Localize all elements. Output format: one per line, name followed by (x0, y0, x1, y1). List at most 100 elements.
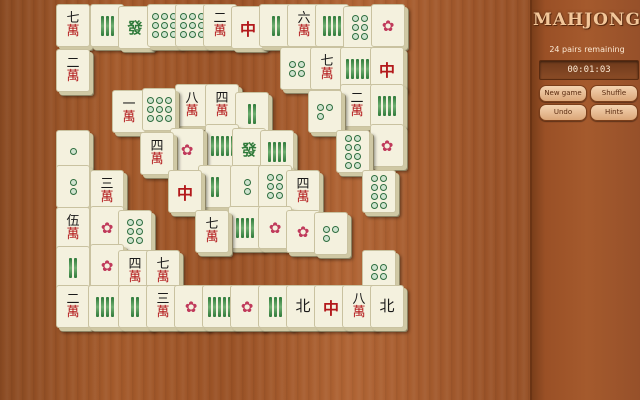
wan-character-icon: 萬 (66, 305, 80, 320)
wan-character-icon: 萬 (185, 104, 199, 119)
circle-suit-icon (243, 178, 251, 195)
circle-suit-icon (151, 13, 177, 38)
wan-character-icon: 萬 (156, 305, 170, 320)
mahjong-tile[interactable] (362, 170, 396, 213)
mahjong-tile[interactable]: 二萬 (56, 49, 90, 92)
mahjong-tile[interactable] (314, 212, 348, 255)
mahjong-tile[interactable] (56, 246, 90, 289)
bamboo-suit-icon (211, 176, 219, 197)
bamboo-suit-icon (268, 141, 286, 162)
wan-character-icon: 萬 (320, 67, 334, 82)
wan-character-icon: 萬 (122, 110, 136, 125)
bamboo-suit-icon (323, 15, 341, 36)
green-dragon-icon: 發 (127, 19, 143, 37)
wan-character-icon: 萬 (100, 190, 114, 205)
game-title: MAHJONG (533, 10, 640, 30)
circle-suit-icon (317, 103, 333, 120)
mahjong-tile[interactable] (280, 47, 314, 90)
wan-character-icon: 萬 (66, 24, 80, 39)
flower-icon: ✿ (184, 297, 198, 316)
flower-icon: ✿ (240, 297, 254, 316)
circle-suit-icon (371, 174, 387, 209)
bamboo-suit-icon (96, 296, 114, 317)
bamboo-suit-icon (248, 103, 256, 124)
mahjong-tile[interactable]: 北 (370, 285, 404, 328)
circle-suit-icon (289, 60, 305, 77)
circle-suit-icon (69, 148, 77, 155)
circle-suit-icon (345, 134, 361, 169)
wan-character-icon: 萬 (297, 24, 311, 39)
red-dragon-icon: 中 (239, 19, 256, 39)
flower-icon: ✿ (380, 136, 394, 155)
mahjong-tile[interactable]: 七萬 (310, 47, 344, 90)
bamboo-suit-icon (268, 296, 282, 317)
game-board: 七萬發二萬中六萬 ✿ 二萬七萬中一萬八萬四萬二萬四萬 ✿ 發 ✿ 三萬中四萬伍萬 ✿ 七萬 ✿ ✿ ✿… (0, 0, 530, 400)
bamboo-suit-icon (210, 135, 234, 156)
side-panel: MAHJONG 24 pairs remaining 00:01:03 New … (530, 0, 640, 400)
undo-button[interactable]: Undo (539, 104, 587, 121)
game-timer: 00:01:03 (539, 60, 639, 80)
north-wind-icon: 北 (295, 297, 311, 315)
wan-character-icon: 萬 (128, 270, 142, 285)
north-wind-icon: 北 (379, 297, 395, 315)
mahjong-tile[interactable] (336, 130, 370, 173)
mahjong-tile[interactable]: 七萬 (195, 210, 229, 253)
mahjong-tile[interactable]: ✿ (370, 124, 404, 167)
bamboo-suit-icon (100, 15, 114, 36)
wan-character-icon: 萬 (66, 227, 80, 242)
mahjong-tile[interactable]: 二萬 (340, 84, 374, 127)
new-game-button[interactable]: New game (539, 85, 587, 102)
wan-character-icon: 萬 (352, 305, 366, 320)
mahjong-tile[interactable] (198, 165, 232, 208)
bamboo-suit-icon (207, 296, 231, 317)
mahjong-tile[interactable]: 四萬 (205, 84, 239, 127)
mahjong-app: 七萬發二萬中六萬 ✿ 二萬七萬中一萬八萬四萬二萬四萬 ✿ 發 ✿ 三萬中四萬伍萬 ✿ 七萬 ✿ ✿ ✿… (0, 0, 640, 400)
wan-character-icon: 萬 (66, 69, 80, 84)
mahjong-tile[interactable] (228, 206, 262, 249)
bamboo-suit-icon (378, 95, 396, 116)
bamboo-suit-icon (272, 15, 280, 36)
wan-character-icon: 萬 (215, 104, 229, 119)
flower-icon: ✿ (100, 218, 114, 237)
wan-character-icon: 萬 (156, 270, 170, 285)
green-dragon-icon: 發 (241, 141, 257, 159)
wan-character-icon: 萬 (150, 152, 164, 167)
wan-character-icon: 萬 (205, 230, 219, 245)
pairs-remaining: 24 pairs remaining (549, 45, 625, 54)
flower-icon: ✿ (100, 256, 114, 275)
mahjong-tile[interactable] (308, 90, 342, 133)
red-dragon-icon: 中 (176, 183, 193, 203)
mahjong-tile[interactable]: 八萬 (175, 84, 209, 127)
mahjong-tile[interactable]: 伍萬 (56, 207, 90, 250)
mahjong-tile[interactable] (370, 84, 404, 127)
wan-character-icon: 萬 (296, 190, 310, 205)
wan-character-icon: 萬 (213, 24, 227, 39)
mahjong-tile[interactable] (56, 165, 90, 208)
bamboo-suit-icon (345, 58, 369, 79)
mahjong-tile[interactable]: 二萬 (56, 285, 90, 328)
mahjong-tile[interactable]: 一萬 (112, 90, 146, 133)
bamboo-suit-icon (69, 257, 77, 278)
mahjong-tile[interactable] (142, 88, 176, 131)
flower-icon: ✿ (296, 222, 310, 241)
circle-suit-icon (69, 178, 77, 195)
flower-icon: ✿ (381, 16, 395, 35)
circle-suit-icon (371, 263, 387, 280)
mahjong-tile[interactable]: ✿ (371, 4, 405, 47)
bamboo-suit-icon (131, 296, 139, 317)
circle-suit-icon (352, 15, 368, 40)
circle-suit-icon (146, 97, 172, 122)
shuffle-button[interactable]: Shuffle (590, 85, 638, 102)
bamboo-suit-icon (236, 217, 254, 238)
circle-suit-icon (323, 225, 339, 242)
flower-icon: ✿ (180, 140, 194, 159)
mahjong-tile[interactable]: 七萬 (56, 4, 90, 47)
circle-suit-icon (127, 219, 143, 244)
red-dragon-icon: 中 (322, 298, 339, 318)
mahjong-tile[interactable]: 中 (168, 170, 202, 213)
mahjong-tile[interactable] (88, 285, 122, 328)
red-dragon-icon: 中 (378, 60, 395, 80)
hints-button[interactable]: Hints (590, 104, 638, 121)
flower-icon: ✿ (268, 218, 282, 237)
mahjong-tile[interactable]: 四萬 (140, 132, 174, 175)
